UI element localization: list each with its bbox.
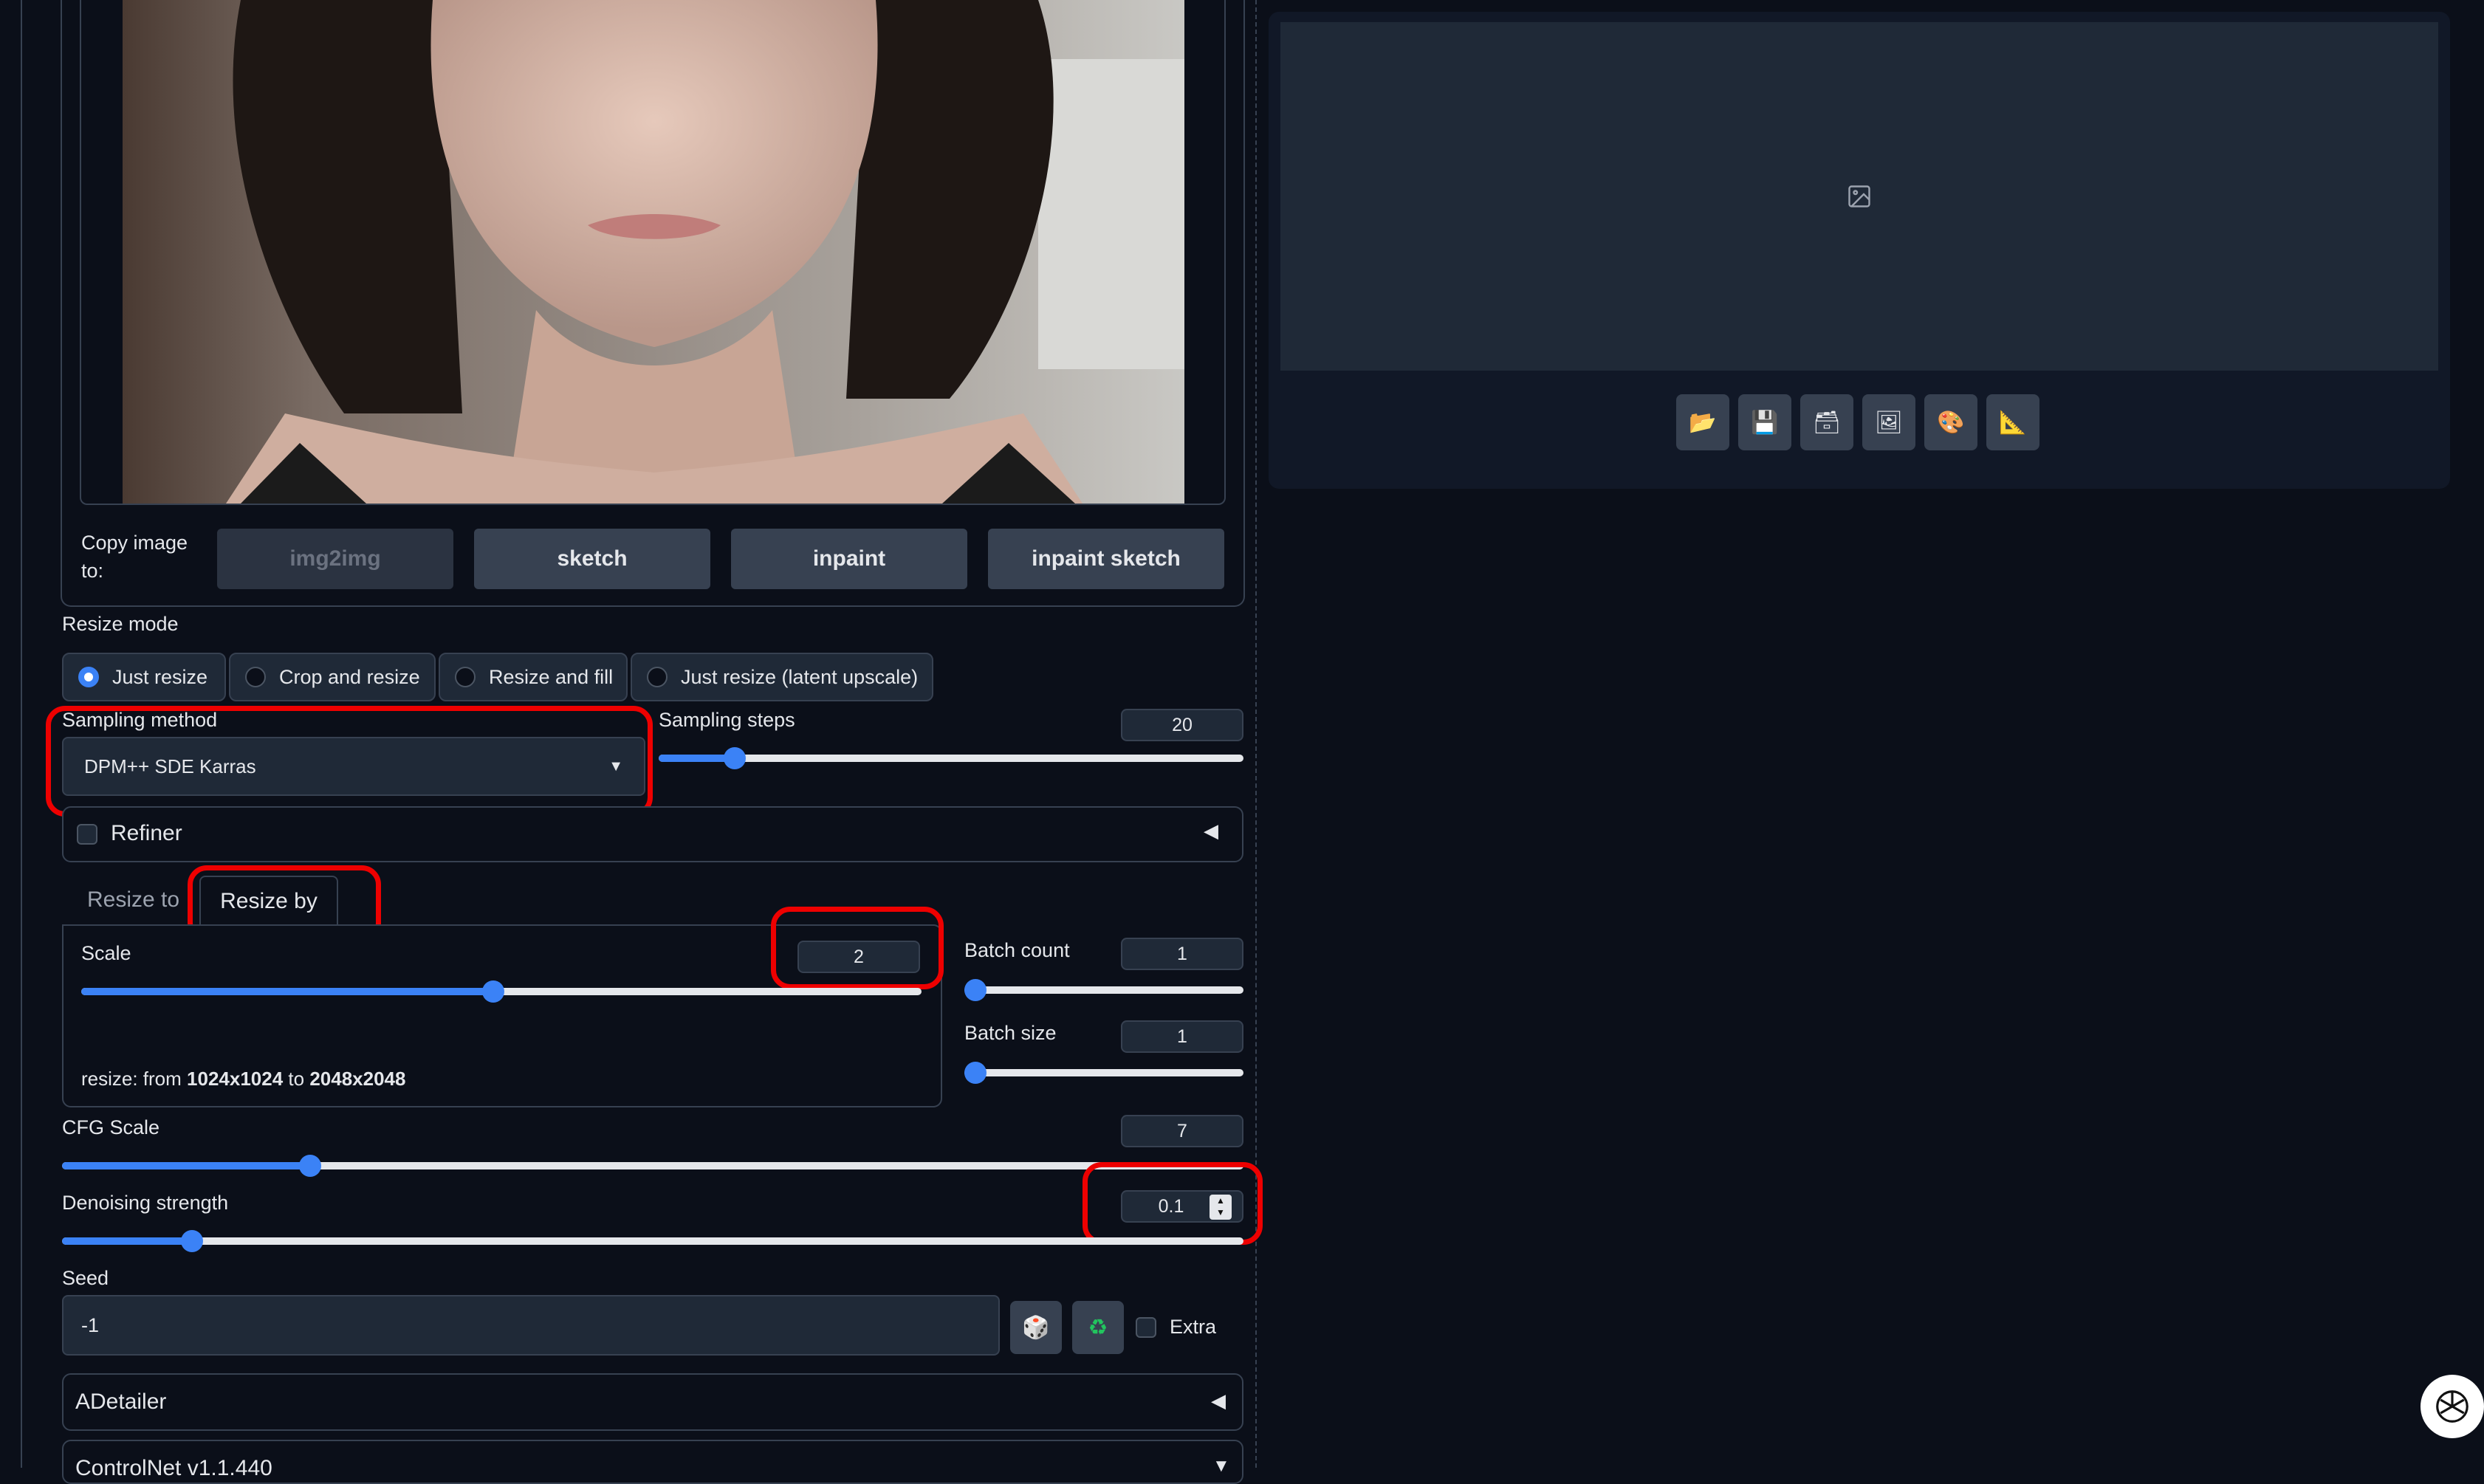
image-placeholder-icon: [1846, 183, 1873, 213]
slider-thumb[interactable]: [299, 1155, 321, 1177]
scale-slider[interactable]: [81, 980, 922, 1003]
refiner-checkbox[interactable]: [77, 824, 97, 845]
sampling-steps-label: Sampling steps: [659, 709, 795, 731]
radio-icon: [647, 667, 668, 687]
extra-checkbox[interactable]: [1136, 1317, 1156, 1338]
radio-icon: [455, 667, 476, 687]
copy-to-inpaint-sketch-button[interactable]: inpaint sketch: [988, 529, 1224, 589]
cfg-scale-input[interactable]: 7: [1121, 1115, 1243, 1147]
tab-resize-to[interactable]: Resize to: [87, 887, 179, 913]
batch-count-label: Batch count: [964, 939, 1070, 961]
extra-label: Extra: [1170, 1316, 1217, 1338]
resize-mode-just-resize[interactable]: Just resize: [62, 653, 226, 701]
refiner-accordion[interactable]: [62, 806, 1243, 862]
left-gutter: [0, 0, 22, 1468]
denoising-slider[interactable]: [62, 1230, 1243, 1252]
adetailer-accordion[interactable]: [62, 1373, 1243, 1431]
reuse-seed-recycle-icon[interactable]: ♻: [1072, 1301, 1124, 1354]
radio-icon: [245, 667, 266, 687]
slider-thumb[interactable]: [481, 980, 504, 1003]
seed-label: Seed: [62, 1267, 109, 1289]
sampling-steps-input[interactable]: 20: [1121, 709, 1243, 741]
assistant-logo-icon[interactable]: [2420, 1375, 2484, 1438]
batch-count-input[interactable]: 1: [1121, 938, 1243, 970]
scale-label: Scale: [81, 942, 131, 964]
resize-mode-crop-and-resize[interactable]: Crop and resize: [229, 653, 436, 701]
batch-count-slider[interactable]: [964, 979, 1243, 1001]
batch-size-input[interactable]: 1: [1121, 1020, 1243, 1053]
caret-down-icon[interactable]: ▼: [1212, 1456, 1230, 1477]
slider-thumb[interactable]: [181, 1230, 203, 1252]
zip-icon[interactable]: 🗃: [1800, 394, 1853, 450]
cfg-scale-slider[interactable]: [62, 1155, 1243, 1177]
collapse-left-icon[interactable]: ◀: [1211, 1389, 1226, 1412]
cfg-scale-label: CFG Scale: [62, 1116, 160, 1138]
send-to-inpaint-icon[interactable]: 🎨: [1924, 394, 1977, 450]
controlnet-accordion[interactable]: ControlNet v1.1.440 ▼: [62, 1440, 1243, 1484]
slider-thumb[interactable]: [964, 979, 987, 1001]
batch-size-label: Batch size: [964, 1022, 1057, 1044]
send-to-extras-icon[interactable]: 📐: [1986, 394, 2039, 450]
slider-thumb[interactable]: [964, 1062, 987, 1084]
highlight-denoising: [1083, 1162, 1263, 1245]
send-to-img2img-icon[interactable]: 🖼: [1862, 394, 1915, 450]
copy-to-sketch-button[interactable]: sketch: [474, 529, 710, 589]
collapse-left-icon[interactable]: ◀: [1204, 820, 1218, 842]
random-seed-dice-icon[interactable]: 🎲: [1010, 1301, 1062, 1354]
column-divider: [1255, 0, 1257, 1468]
save-icon[interactable]: 💾: [1738, 394, 1791, 450]
seed-input[interactable]: -1: [62, 1295, 1000, 1356]
copy-to-inpaint-button[interactable]: inpaint: [731, 529, 967, 589]
copy-to-img2img-button[interactable]: img2img: [217, 529, 453, 589]
controlnet-label: ControlNet v1.1.440: [75, 1456, 272, 1480]
resize-mode-label: Resize mode: [62, 613, 179, 635]
sampling-steps-slider[interactable]: [659, 747, 1243, 769]
open-folder-icon[interactable]: 📂: [1676, 394, 1729, 450]
highlight-sampling-method: [46, 706, 653, 817]
refiner-label: Refiner: [111, 821, 182, 845]
radio-selected-icon: [78, 667, 99, 687]
resize-info: resize: from 1024x1024 to 2048x2048: [81, 1068, 406, 1090]
resize-mode-latent-upscale[interactable]: Just resize (latent upscale): [631, 653, 933, 701]
copy-image-label: Copy image to:: [81, 532, 188, 582]
resize-mode-resize-and-fill[interactable]: Resize and fill: [439, 653, 628, 701]
batch-size-slider[interactable]: [964, 1062, 1243, 1084]
source-image[interactable]: [123, 0, 1184, 504]
denoising-label: Denoising strength: [62, 1192, 229, 1214]
slider-thumb[interactable]: [723, 747, 746, 769]
adetailer-label: ADetailer: [75, 1389, 167, 1414]
highlight-scale: [771, 907, 944, 989]
